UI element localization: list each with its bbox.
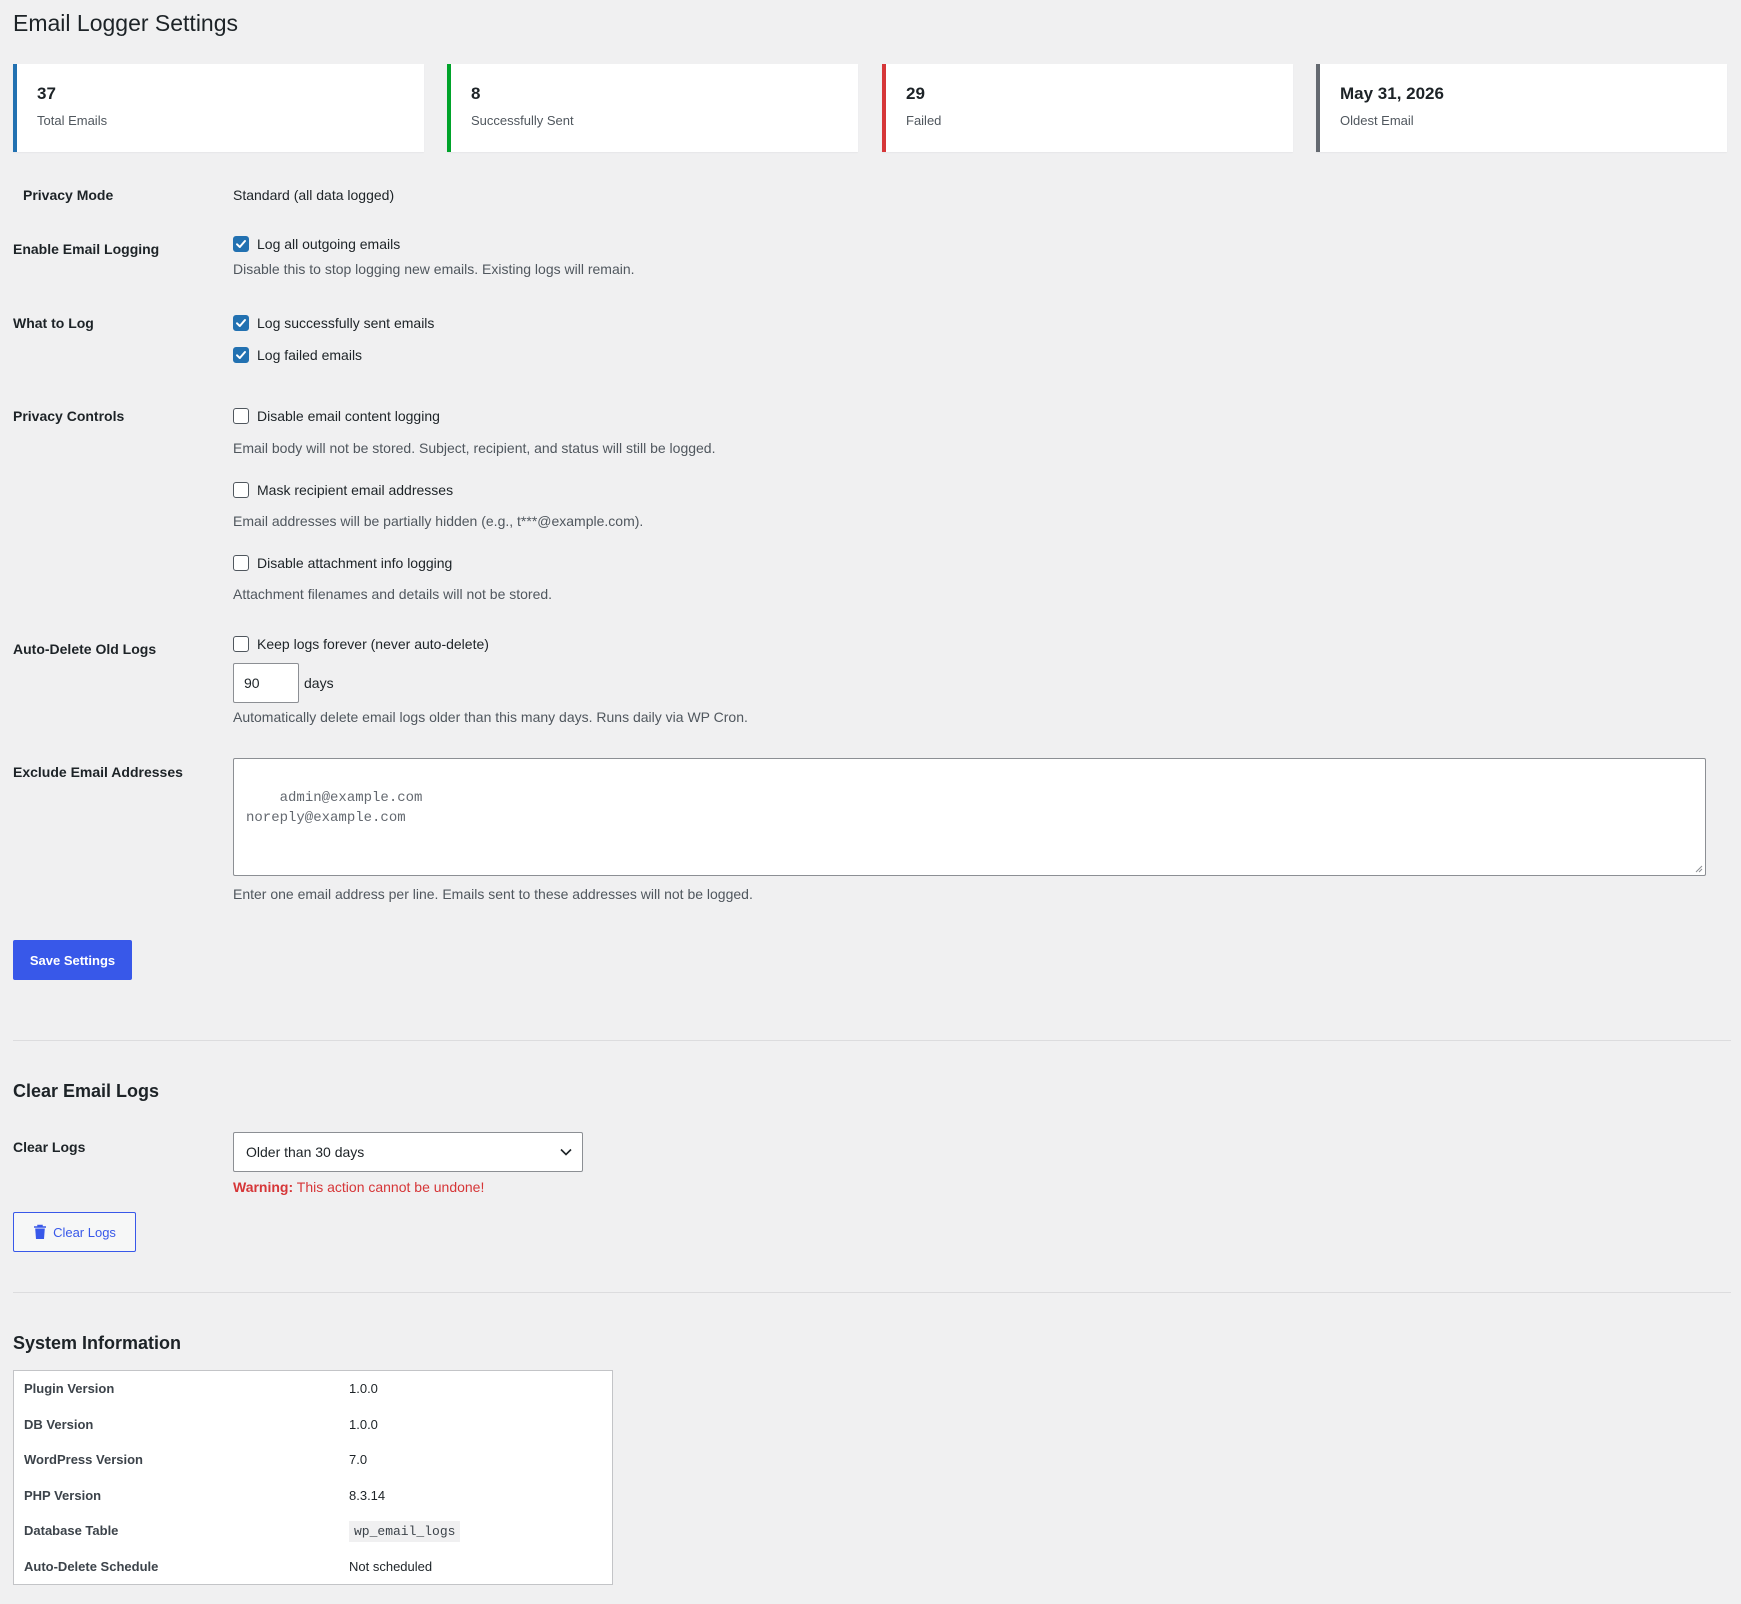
table-name-code: wp_email_logs [349, 1520, 461, 1542]
info-key: Plugin Version [24, 1381, 115, 1397]
disable-attachment-option[interactable]: Disable attachment info logging [233, 553, 452, 573]
stat-card-oldest: May 31, 2026 Oldest Email [1316, 64, 1727, 152]
button-label: Clear Logs [53, 1224, 116, 1240]
warning-strong: Warning: [233, 1179, 294, 1195]
trash-icon [33, 1224, 47, 1240]
checkbox-label: Mask recipient email addresses [257, 482, 454, 498]
disable-attachment-checkbox[interactable] [233, 555, 249, 571]
info-key: DB Version [24, 1416, 94, 1432]
clear-logs-label: Clear Logs [13, 1139, 86, 1155]
resize-grip-icon[interactable] [1695, 865, 1703, 873]
clear-logs-select[interactable]: Older than 30 days [233, 1132, 583, 1172]
system-info-table: Plugin Version 1.0.0 DB Version 1.0.0 Word… [13, 1370, 613, 1585]
table-row: Plugin Version 1.0.0 [14, 1371, 613, 1407]
privacy-mode-label: Privacy Mode [23, 187, 114, 203]
checkbox-label: Disable email content logging [257, 408, 440, 424]
exclude-emails-textarea[interactable]: admin@example.com noreply@example.com [233, 758, 1706, 876]
info-key: WordPress Version [24, 1452, 143, 1468]
auto-delete-description: Automatically delete email logs older th… [233, 709, 748, 725]
select-value: Older than 30 days [246, 1144, 365, 1160]
section-divider [13, 1040, 1731, 1041]
stat-value: 29 [906, 84, 925, 103]
stat-label: Successfully Sent [471, 113, 574, 128]
log-failed-checkbox[interactable] [233, 347, 249, 363]
stat-label: Oldest Email [1340, 113, 1414, 128]
checkbox-label: Disable attachment info logging [257, 555, 453, 571]
exclude-emails-description: Enter one email address per line. Emails… [233, 886, 753, 902]
privacy-controls-label: Privacy Controls [13, 408, 125, 424]
retention-days-input[interactable]: 90 [233, 663, 299, 703]
disable-attachment-description: Attachment filenames and details will no… [233, 586, 553, 602]
privacy-mode-value: Standard (all data logged) [233, 187, 395, 203]
table-row: WordPress Version 7.0 [14, 1442, 613, 1478]
clear-logs-warning: Warning: This action cannot be undone! [233, 1179, 484, 1195]
stats-row: 37 Total Emails 8 Successfully Sent 29 F… [13, 64, 1731, 152]
stat-card-failed: 29 Failed [882, 64, 1293, 152]
system-info-heading: System Information [13, 1333, 182, 1353]
checkbox-label: Log failed emails [257, 347, 363, 363]
info-key: Auto-Delete Schedule [24, 1558, 159, 1574]
info-key: Database Table [24, 1523, 119, 1539]
log-sent-checkbox[interactable] [233, 315, 249, 331]
clear-logs-button[interactable]: Clear Logs [13, 1212, 136, 1252]
disable-content-description: Email body will not be stored. Subject, … [233, 440, 716, 456]
stat-label: Total Emails [37, 113, 108, 128]
save-settings-button[interactable]: Save Settings [13, 940, 132, 980]
info-value: 8.3.14 [349, 1487, 386, 1503]
table-row: DB Version 1.0.0 [14, 1407, 613, 1443]
days-unit-label: days [304, 675, 334, 691]
log-failed-option[interactable]: Log failed emails [233, 345, 362, 365]
warning-text: This action cannot be undone! [293, 1179, 485, 1195]
stat-value: May 31, 2026 [1340, 84, 1444, 103]
checkbox-label: Keep logs forever (never auto-delete) [257, 636, 489, 652]
info-key: PHP Version [24, 1487, 102, 1503]
what-to-log-label: What to Log [13, 315, 94, 331]
auto-delete-label: Auto-Delete Old Logs [13, 641, 157, 657]
keep-forever-checkbox[interactable] [233, 636, 249, 652]
stat-value: 8 [471, 84, 481, 103]
table-row: PHP Version 8.3.14 [14, 1478, 613, 1514]
stat-card-sent: 8 Successfully Sent [447, 64, 858, 152]
keep-forever-option[interactable]: Keep logs forever (never auto-delete) [233, 634, 489, 654]
exclude-emails-label: Exclude Email Addresses [13, 764, 183, 780]
mask-recipients-checkbox[interactable] [233, 482, 249, 498]
enable-logging-checkbox[interactable] [233, 236, 249, 252]
page-title: Email Logger Settings [13, 10, 239, 36]
mask-recipients-description: Email addresses will be partially hidden… [233, 513, 644, 529]
checkbox-label: Log all outgoing emails [257, 236, 401, 252]
disable-content-option[interactable]: Disable email content logging [233, 406, 440, 426]
stat-card-total: 37 Total Emails [13, 64, 424, 152]
chevron-down-icon [560, 1148, 572, 1156]
clear-logs-heading: Clear Email Logs [13, 1081, 160, 1101]
log-sent-option[interactable]: Log successfully sent emails [233, 313, 434, 333]
stat-value: 37 [37, 84, 56, 103]
disable-content-checkbox[interactable] [233, 408, 249, 424]
enable-logging-label: Enable Email Logging [13, 241, 160, 257]
textarea-placeholder: admin@example.com noreply@example.com [246, 790, 423, 826]
section-divider [13, 1292, 1731, 1293]
table-row: Database Table wp_email_logs [14, 1513, 613, 1549]
mask-recipients-option[interactable]: Mask recipient email addresses [233, 480, 453, 500]
enable-logging-description: Disable this to stop logging new emails.… [233, 261, 635, 277]
enable-logging-option[interactable]: Log all outgoing emails [233, 234, 400, 254]
table-row: Auto-Delete Schedule Not scheduled [14, 1549, 613, 1585]
stat-label: Failed [906, 113, 942, 128]
checkbox-label: Log successfully sent emails [257, 315, 435, 331]
info-value: wp_email_logs [339, 1513, 613, 1549]
info-value: 7.0 [349, 1452, 368, 1468]
info-value: 1.0.0 [349, 1381, 378, 1397]
info-value: 1.0.0 [349, 1416, 378, 1432]
info-value: Not scheduled [349, 1558, 433, 1574]
